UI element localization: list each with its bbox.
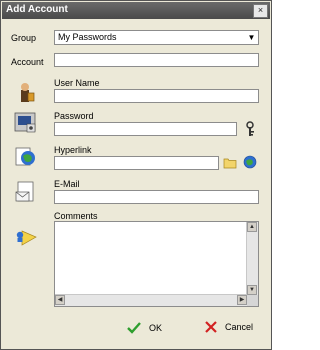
dropdown-arrow-icon[interactable]: ▼	[246, 32, 257, 43]
key-icon[interactable]	[243, 121, 257, 139]
password-label: Password	[54, 111, 94, 121]
comments-label: Comments	[54, 211, 98, 221]
checkmark-icon	[127, 322, 141, 334]
password-icon	[13, 111, 37, 137]
comments-icon	[14, 225, 40, 251]
group-select[interactable]: My Passwords ▼	[54, 30, 259, 45]
close-icon: ×	[257, 5, 264, 15]
close-button[interactable]: ×	[253, 4, 268, 18]
dialog-title: Add Account	[6, 4, 68, 15]
comments-textarea[interactable]: ▲ ▼ ◀ ▶	[54, 221, 259, 307]
cancel-label: Cancel	[225, 322, 254, 332]
email-icon	[14, 180, 38, 206]
account-input[interactable]	[54, 53, 259, 67]
username-input[interactable]	[54, 89, 259, 103]
user-icon	[15, 81, 37, 107]
add-account-dialog: Add Account × Group My Passwords ▼ Accou…	[0, 0, 272, 350]
ok-label: OK	[149, 322, 163, 333]
group-label: Group	[11, 33, 37, 43]
folder-icon[interactable]	[223, 156, 237, 171]
email-label: E-Mail	[54, 179, 80, 189]
scroll-up-icon[interactable]: ▲	[247, 222, 257, 232]
scroll-down-icon[interactable]: ▼	[247, 285, 257, 295]
hyperlink-icon	[14, 145, 38, 171]
cancel-button[interactable]: Cancel	[205, 321, 253, 333]
comments-vertical-scrollbar[interactable]: ▲ ▼	[246, 222, 258, 295]
hyperlink-label: Hyperlink	[54, 145, 92, 155]
comments-horizontal-scrollbar[interactable]: ◀ ▶	[55, 294, 247, 306]
account-label: Account	[11, 57, 44, 67]
ok-button[interactable]: OK	[127, 321, 162, 334]
scrollbar-corner	[247, 295, 258, 306]
scroll-left-icon[interactable]: ◀	[55, 295, 65, 305]
group-selected-value: My Passwords	[58, 32, 117, 42]
title-bar: Add Account ×	[2, 2, 270, 19]
password-input[interactable]	[54, 122, 237, 136]
cancel-x-icon	[205, 321, 217, 333]
email-input[interactable]	[54, 190, 259, 204]
globe-icon[interactable]	[243, 155, 257, 171]
hyperlink-input[interactable]	[54, 156, 219, 170]
username-label: User Name	[54, 78, 100, 88]
scroll-right-icon[interactable]: ▶	[237, 295, 247, 305]
